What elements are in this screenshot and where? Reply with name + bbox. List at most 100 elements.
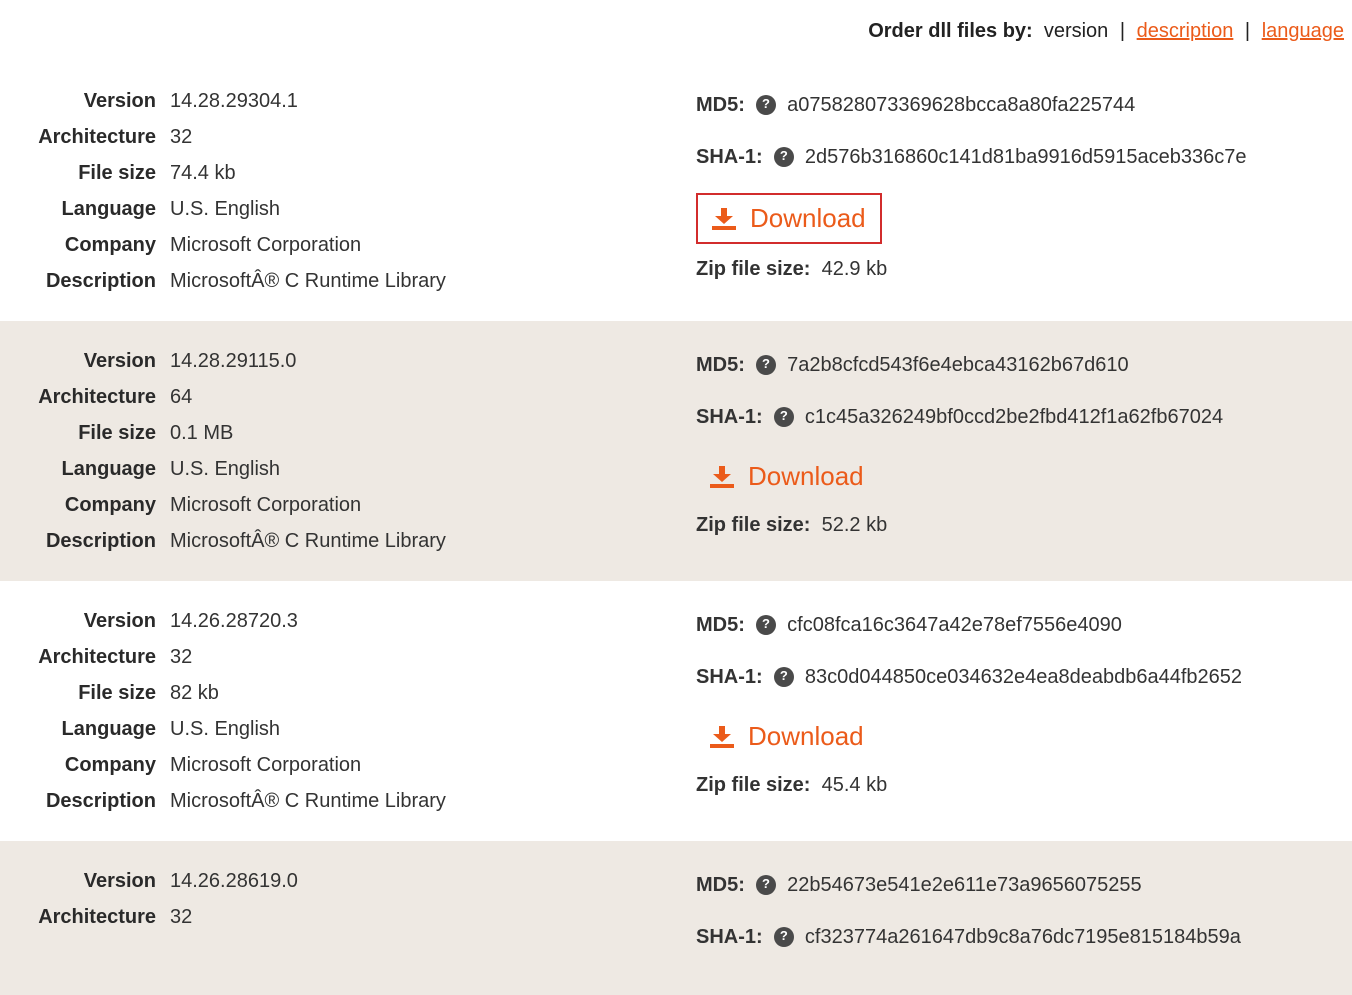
file-entry: Version14.28.29304.1Architecture32File s… bbox=[0, 61, 1352, 321]
download-wrap: Download bbox=[696, 453, 1344, 500]
entry-left: Version14.28.29304.1Architecture32File s… bbox=[8, 83, 676, 299]
download-button[interactable]: Download bbox=[696, 713, 878, 760]
md5-label: MD5: bbox=[696, 94, 745, 116]
download-label: Download bbox=[748, 721, 864, 752]
help-icon[interactable]: ? bbox=[756, 355, 776, 375]
kv-value: U.S. English bbox=[170, 451, 280, 487]
kv-row: DescriptionMicrosoftÂ® C Runtime Library bbox=[8, 783, 676, 819]
entry-left: Version14.28.29115.0Architecture64File s… bbox=[8, 343, 676, 559]
kv-value: U.S. English bbox=[170, 191, 280, 227]
sha1-line: SHA-1: ? 83c0d044850ce034632e4ea8deabdb6… bbox=[696, 661, 1344, 693]
sha1-line: SHA-1: ? 2d576b316860c141d81ba9916d5915a… bbox=[696, 141, 1344, 173]
help-icon[interactable]: ? bbox=[774, 147, 794, 167]
sha1-line: SHA-1: ? c1c45a326249bf0ccd2be2fbd412f1a… bbox=[696, 401, 1344, 433]
kv-label: File size bbox=[8, 415, 170, 451]
help-icon[interactable]: ? bbox=[756, 615, 776, 635]
help-icon[interactable]: ? bbox=[774, 407, 794, 427]
kv-label: Company bbox=[8, 747, 170, 783]
entry-right: MD5: ? cfc08fca16c3647a42e78ef7556e4090S… bbox=[676, 603, 1344, 819]
download-icon bbox=[710, 726, 734, 748]
sort-option-description[interactable]: description bbox=[1137, 20, 1234, 42]
kv-value: Microsoft Corporation bbox=[170, 747, 361, 783]
kv-label: Language bbox=[8, 191, 170, 227]
kv-row: DescriptionMicrosoftÂ® C Runtime Library bbox=[8, 263, 676, 299]
kv-row: File size74.4 kb bbox=[8, 155, 676, 191]
kv-value: 74.4 kb bbox=[170, 155, 236, 191]
sha1-line: SHA-1: ? cf323774a261647db9c8a76dc7195e8… bbox=[696, 921, 1344, 953]
kv-value: Microsoft Corporation bbox=[170, 487, 361, 523]
kv-label: Version bbox=[8, 343, 170, 379]
sha1-label: SHA-1: bbox=[696, 406, 763, 428]
entry-right: MD5: ? 22b54673e541e2e611e73a9656075255 S… bbox=[676, 863, 1344, 973]
kv-value: 32 bbox=[170, 899, 192, 935]
entry-right: MD5: ? a075828073369628bcca8a80fa225744 S… bbox=[676, 83, 1344, 299]
zip-value: 52.2 kb bbox=[822, 514, 888, 536]
kv-label: Version bbox=[8, 603, 170, 639]
md5-line: MD5: ? 7a2b8cfcd543f6e4ebca43162b67d610 bbox=[696, 349, 1344, 381]
sha1-value: cf323774a261647db9c8a76dc7195e815184b59a bbox=[805, 926, 1241, 948]
kv-row: LanguageU.S. English bbox=[8, 451, 676, 487]
kv-label: File size bbox=[8, 155, 170, 191]
md5-line: MD5: ? 22b54673e541e2e611e73a9656075255 bbox=[696, 869, 1344, 901]
kv-label: Language bbox=[8, 711, 170, 747]
kv-value: U.S. English bbox=[170, 711, 280, 747]
kv-value: Microsoft Corporation bbox=[170, 227, 361, 263]
kv-row: Architecture64 bbox=[8, 379, 676, 415]
kv-value: 14.26.28720.3 bbox=[170, 603, 298, 639]
download-wrap: Download bbox=[696, 193, 1344, 244]
kv-row: Architecture32 bbox=[8, 899, 676, 935]
help-icon[interactable]: ? bbox=[756, 95, 776, 115]
zip-label: Zip file size: bbox=[696, 514, 810, 536]
kv-row: Version14.26.28720.3 bbox=[8, 603, 676, 639]
download-button[interactable]: Download bbox=[696, 453, 878, 500]
zip-label: Zip file size: bbox=[696, 258, 810, 280]
entry-right: MD5: ? 7a2b8cfcd543f6e4ebca43162b67d610 S… bbox=[676, 343, 1344, 559]
kv-value: MicrosoftÂ® C Runtime Library bbox=[170, 523, 446, 559]
kv-value: 0.1 MB bbox=[170, 415, 233, 451]
kv-value: 14.28.29115.0 bbox=[170, 343, 296, 379]
kv-label: Architecture bbox=[8, 639, 170, 675]
zip-value: 45.4 kb bbox=[822, 774, 888, 796]
kv-row: LanguageU.S. English bbox=[8, 711, 676, 747]
kv-row: Architecture32 bbox=[8, 119, 676, 155]
zip-line: Zip file size: 45.4 kb bbox=[696, 774, 1344, 797]
download-button[interactable]: Download bbox=[696, 193, 882, 244]
zip-value: 42.9 kb bbox=[822, 258, 888, 280]
download-icon bbox=[710, 466, 734, 488]
sort-option-version[interactable]: version bbox=[1044, 20, 1108, 42]
zip-label: Zip file size: bbox=[696, 774, 810, 796]
kv-label: File size bbox=[8, 675, 170, 711]
kv-label: Architecture bbox=[8, 379, 170, 415]
help-icon[interactable]: ? bbox=[774, 927, 794, 947]
kv-row: File size82 kb bbox=[8, 675, 676, 711]
kv-label: Description bbox=[8, 523, 170, 559]
download-wrap: Download bbox=[696, 713, 1344, 760]
help-icon[interactable]: ? bbox=[774, 667, 794, 687]
kv-label: Description bbox=[8, 783, 170, 819]
md5-label: MD5: bbox=[696, 874, 745, 896]
download-icon bbox=[712, 208, 736, 230]
kv-row: DescriptionMicrosoftÂ® C Runtime Library bbox=[8, 523, 676, 559]
kv-label: Architecture bbox=[8, 899, 170, 935]
kv-label: Company bbox=[8, 227, 170, 263]
download-label: Download bbox=[750, 203, 866, 234]
kv-value: 64 bbox=[170, 379, 192, 415]
md5-label: MD5: bbox=[696, 354, 745, 376]
kv-row: Version14.28.29115.0 bbox=[8, 343, 676, 379]
kv-row: File size0.1 MB bbox=[8, 415, 676, 451]
sort-option-language[interactable]: language bbox=[1262, 20, 1344, 42]
kv-label: Description bbox=[8, 263, 170, 299]
md5-value: 7a2b8cfcd543f6e4ebca43162b67d610 bbox=[787, 354, 1128, 376]
kv-row: Version14.28.29304.1 bbox=[8, 83, 676, 119]
md5-value: a075828073369628bcca8a80fa225744 bbox=[787, 94, 1135, 116]
file-entry: Version14.28.29115.0Architecture64File s… bbox=[0, 321, 1352, 581]
md5-line: MD5: ? a075828073369628bcca8a80fa225744 bbox=[696, 89, 1344, 121]
kv-label: Language bbox=[8, 451, 170, 487]
kv-label: Architecture bbox=[8, 119, 170, 155]
help-icon[interactable]: ? bbox=[756, 875, 776, 895]
sort-label: Order dll files by: bbox=[868, 20, 1032, 42]
sha1-value: 2d576b316860c141d81ba9916d5915aceb336c7e bbox=[805, 146, 1247, 168]
kv-label: Company bbox=[8, 487, 170, 523]
entry-left: Version14.26.28619.0Architecture32 bbox=[8, 863, 676, 973]
kv-row: Architecture32 bbox=[8, 639, 676, 675]
